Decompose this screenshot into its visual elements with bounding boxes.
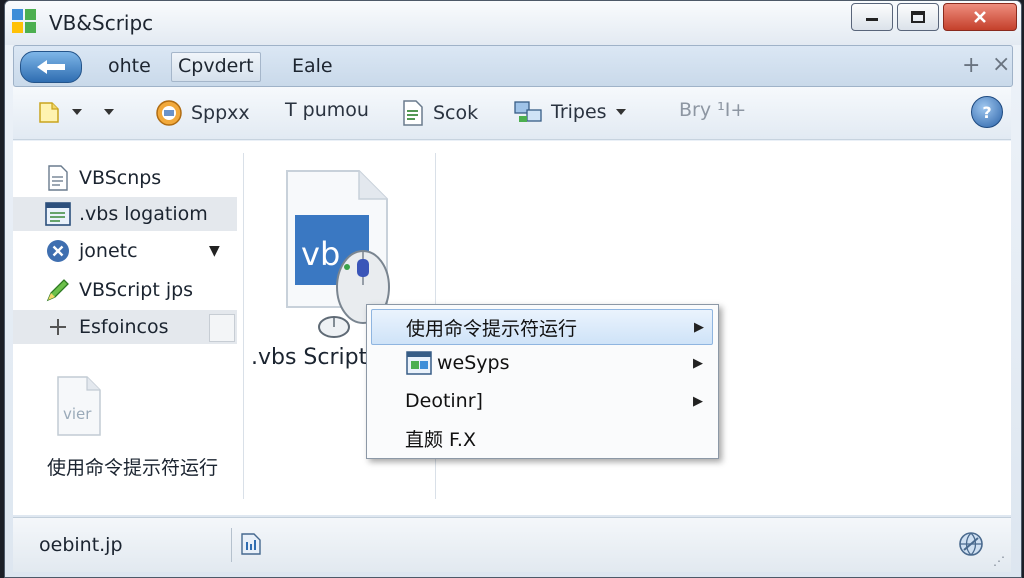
nav-bar: ohte Cpvdert Eale + × (13, 45, 1013, 87)
toolbar-tripes-label: Tripes (551, 101, 607, 123)
menu-item-fx[interactable]: 直颇 F.X (371, 421, 711, 455)
window-controls (851, 3, 1017, 31)
menu-item-label: weSyps (437, 352, 510, 374)
network-icon (514, 101, 542, 122)
context-menu: 使用命令提示符运行 ▶ weSyps ▶ Deotinr] ▶ 直颇 F.X (366, 304, 719, 459)
document-icon (403, 100, 423, 126)
toolbar-bry[interactable]: Bry ¹I+ (679, 99, 746, 121)
submenu-arrow-icon: ▶ (693, 355, 703, 371)
chevron-down-icon-3 (615, 109, 626, 115)
title-bar[interactable]: VB&Scripc (5, 1, 1021, 45)
pin-button[interactable] (209, 314, 235, 342)
sidebar-item-label: VBScript jps (79, 279, 194, 301)
toolbar-pumou[interactable]: T pumou (285, 99, 369, 121)
pane-caption: 使用命令提示符运行 (47, 457, 219, 479)
tab-eale[interactable]: Eale (286, 52, 339, 80)
details-icon[interactable] (239, 532, 263, 556)
minimize-button[interactable] (851, 3, 893, 31)
menu-item-label: 直颇 F.X (405, 428, 476, 451)
back-button[interactable] (20, 51, 82, 83)
toolbar-scok-label: Scok (433, 102, 479, 124)
explorer-window: VB&Scripc ohte Cpvdert Eale + × Sppxx T … (4, 0, 1022, 578)
toolbar-bry-label: Bry ¹I+ (679, 99, 747, 121)
pen-icon (45, 277, 71, 303)
menu-item-wesyps[interactable]: weSyps ▶ (371, 346, 711, 380)
status-bar: oebint.jp ⋰ (13, 517, 1011, 572)
circle-badge-icon (156, 100, 182, 126)
document-icon (45, 165, 71, 191)
status-text: oebint.jp (39, 534, 123, 556)
close-button[interactable] (943, 3, 1017, 31)
navigation-pane: VBScnps .vbs logatiom jonetc ▼ VBScript (13, 141, 241, 515)
back-arrow-icon (37, 60, 65, 74)
new-folder-button[interactable] (37, 99, 115, 125)
sidebar-item-vbs-location[interactable]: .vbs logatiom (13, 197, 237, 231)
sidebar-item-vbscnps[interactable]: VBScnps (13, 161, 237, 195)
menu-item-label: Deotinr] (405, 390, 483, 412)
menu-item-run-cmd[interactable]: 使用命令提示符运行 ▶ (371, 309, 713, 345)
sidebar-item-esfoincos[interactable]: Esfoincos (13, 310, 237, 344)
menu-item-deotinr[interactable]: Deotinr] ▶ (371, 384, 711, 418)
small-mouse-icon (318, 316, 350, 338)
pane-divider[interactable] (243, 153, 244, 499)
help-icon[interactable]: ? (971, 96, 1003, 128)
tab-ohte[interactable]: ohte (102, 52, 157, 80)
resize-grip-icon[interactable]: ⋰ (993, 554, 1005, 568)
sidebar-item-label: jonetc (79, 240, 138, 262)
file-caption: .vbs Script (251, 345, 368, 370)
close-circle-icon (45, 238, 71, 264)
script-file-icon-label: vier (63, 405, 92, 423)
sidebar-item-vbscript-jps[interactable]: VBScript jps (13, 273, 237, 307)
toolbar-pumou-label: T pumou (285, 99, 369, 121)
close-tab-icon[interactable]: × (992, 52, 1010, 77)
submenu-arrow-icon: ▶ (694, 319, 704, 335)
maximize-button[interactable] (897, 3, 939, 31)
submenu-arrow-icon: ▶ (693, 393, 703, 409)
toolbar-sppxx[interactable]: Sppxx (155, 99, 250, 127)
chevron-down-icon (72, 109, 82, 115)
toolbar-sppxx-label: Sppxx (191, 102, 250, 124)
toolbar-tripes[interactable]: Tripes (513, 99, 627, 125)
folder-icon (39, 102, 59, 123)
sidebar-item-label: Esfoincos (79, 316, 169, 338)
script-window-icon (45, 201, 71, 227)
app-window-icon (406, 351, 432, 375)
caret-down-icon[interactable]: ▼ (209, 243, 220, 259)
toolbar-scok[interactable]: Scok (401, 99, 478, 127)
close-icon (974, 11, 986, 23)
minimize-icon (866, 18, 878, 21)
add-tab-icon[interactable]: + (962, 53, 980, 78)
script-file-icon: vier (57, 376, 101, 436)
toolbar: Sppxx T pumou Scok Tripes Bry ¹I+ ? (13, 87, 1011, 140)
sidebar-item-label: VBScnps (79, 167, 162, 189)
status-divider (231, 528, 232, 562)
plus-icon (45, 314, 71, 340)
app-grid-icon (12, 9, 36, 33)
network-globe-icon[interactable] (957, 530, 985, 558)
window-title: VB&Scripc (49, 11, 154, 35)
tab-cpvdert[interactable]: Cpvdert (171, 52, 261, 82)
maximize-icon (911, 11, 925, 23)
sidebar-item-label: .vbs logatiom (79, 203, 208, 225)
chevron-down-icon-2 (104, 109, 114, 115)
menu-item-label: 使用命令提示符运行 (406, 317, 578, 340)
sidebar-item-jonetc[interactable]: jonetc ▼ (13, 234, 237, 268)
